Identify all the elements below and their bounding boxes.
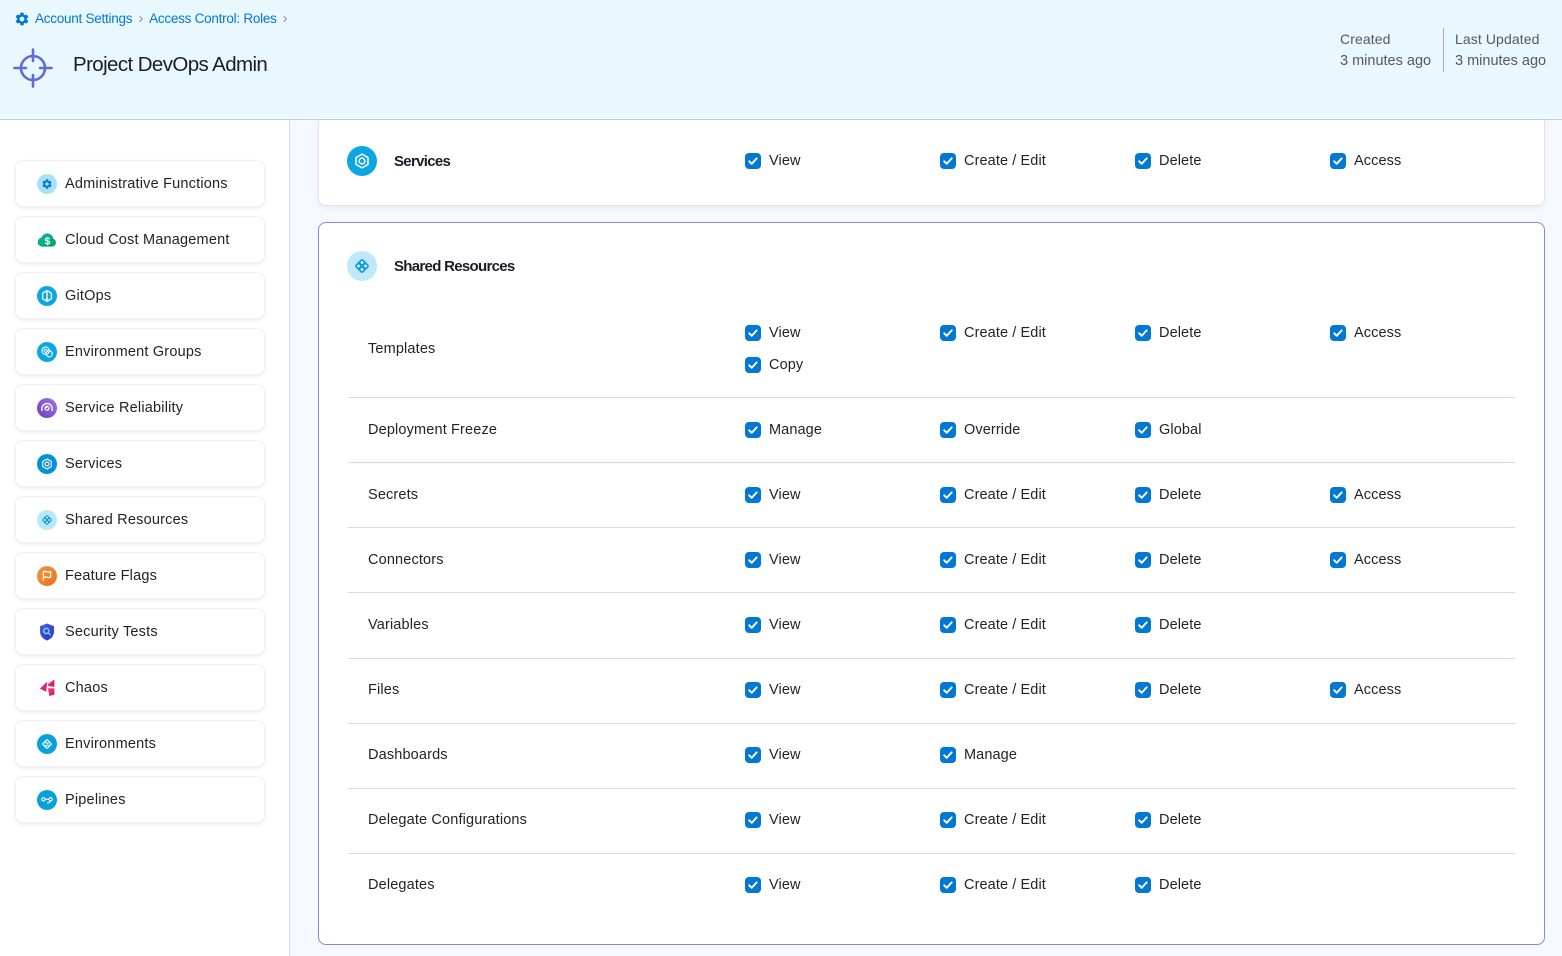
svg-text:$: $ [44, 236, 50, 248]
